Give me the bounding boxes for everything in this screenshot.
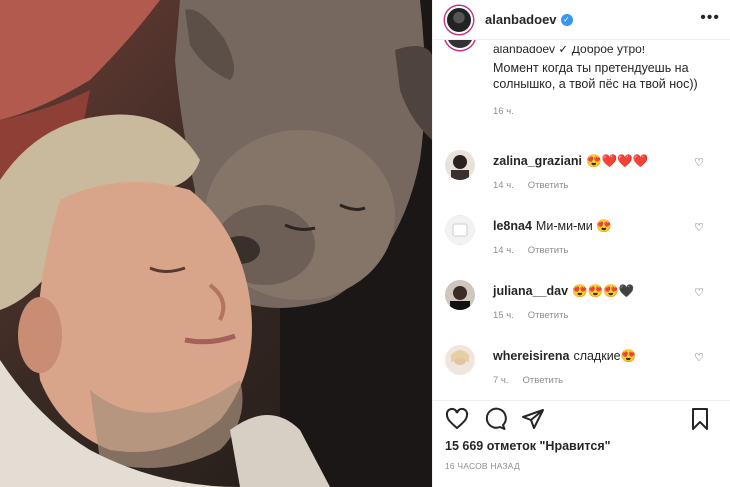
verified-badge-icon: ✓ <box>560 13 573 26</box>
post-actions: 15 669 отметок "Нравится" 16 часов назад <box>433 400 730 487</box>
commenter-username[interactable]: zalina_graziani <box>493 154 582 168</box>
reply-link[interactable]: Ответить <box>528 180 569 191</box>
comments-list[interactable]: alanbadoev ✓ Доброе утро! Момент когда т… <box>433 40 730 400</box>
comment-time: 14 ч. <box>493 245 514 256</box>
comment-text: whereisirena сладкие😍 <box>493 349 636 364</box>
comment-meta: 15 ч. Ответить <box>493 310 568 321</box>
comment-time: 14 ч. <box>493 180 514 191</box>
save-bookmark-icon[interactable] <box>688 407 712 431</box>
photo-illustration <box>0 0 432 487</box>
like-heart-icon[interactable] <box>445 407 469 431</box>
like-comment-heart-icon[interactable]: ♡ <box>694 221 704 234</box>
comment-bubble-icon[interactable] <box>483 407 507 431</box>
commenter-username[interactable]: whereisirena <box>493 349 569 363</box>
commenter-avatar[interactable] <box>445 215 475 245</box>
comment-item: whereisirena сладкие😍 7 ч. Ответить ♡ <box>445 345 730 400</box>
commenter-username[interactable]: juliana__dav <box>493 284 568 298</box>
comment-body: сладкие😍 <box>573 349 637 363</box>
comment-meta: 7 ч. Ответить <box>493 375 563 386</box>
comment-meta: 14 ч. Ответить <box>493 245 568 256</box>
comment-time: 7 ч. <box>493 375 509 386</box>
comment-meta: 14 ч. Ответить <box>493 180 568 191</box>
comment-time: 15 ч. <box>493 310 514 321</box>
author-avatar[interactable] <box>445 5 473 34</box>
share-paper-plane-icon[interactable] <box>521 407 545 431</box>
more-options-icon[interactable]: ••• <box>700 10 720 26</box>
caption-timestamp: 16 ч. <box>493 106 514 117</box>
comment-text: juliana__dav 😍😍😍🖤 <box>493 284 634 299</box>
commenter-avatar[interactable] <box>445 345 475 375</box>
comment-body: 😍❤️❤️❤️ <box>585 154 649 168</box>
likes-count[interactable]: 15 669 отметок "Нравится" <box>445 439 718 453</box>
reply-link[interactable]: Ответить <box>528 245 569 256</box>
post-photo[interactable] <box>0 0 432 487</box>
caption-avatar[interactable] <box>445 40 475 50</box>
author-username[interactable]: alanbadoev <box>485 12 557 27</box>
like-comment-heart-icon[interactable]: ♡ <box>694 351 704 364</box>
comment-text: zalina_graziani 😍❤️❤️❤️ <box>493 154 648 169</box>
caption-text: Момент когда ты претендуешь на солнышко,… <box>493 61 698 91</box>
comment-item: le8na4 Ми-ми-ми 😍 14 ч. Ответить ♡ <box>445 215 730 271</box>
comment-item: zalina_graziani 😍❤️❤️❤️ 14 ч. Ответить ♡ <box>445 150 730 206</box>
commenter-username[interactable]: le8na4 <box>493 219 532 233</box>
commenter-avatar[interactable] <box>445 150 475 180</box>
like-comment-heart-icon[interactable]: ♡ <box>694 286 704 299</box>
comment-body: 😍😍😍🖤 <box>572 284 635 298</box>
commenter-avatar[interactable] <box>445 280 475 310</box>
comment-text: le8na4 Ми-ми-ми 😍 <box>493 219 612 234</box>
like-comment-heart-icon[interactable]: ♡ <box>694 156 704 169</box>
post-header: alanbadoev ✓ ••• <box>433 0 730 40</box>
comment-item: juliana__dav 😍😍😍🖤 15 ч. Ответить ♡ <box>445 280 730 336</box>
action-icons <box>445 401 718 437</box>
post-sidebar: alanbadoev ✓ ••• alanbadoev ✓ Доброе утр… <box>432 0 730 487</box>
caption-clipped-line: alanbadoev ✓ Доброе утро! <box>493 46 646 56</box>
post-timestamp[interactable]: 16 часов назад <box>445 461 718 471</box>
reply-link[interactable]: Ответить <box>528 310 569 321</box>
comment-body: Ми-ми-ми 😍 <box>535 219 612 233</box>
reply-link[interactable]: Ответить <box>523 375 564 386</box>
post-caption: alanbadoev ✓ Доброе утро! Момент когда т… <box>433 40 730 117</box>
